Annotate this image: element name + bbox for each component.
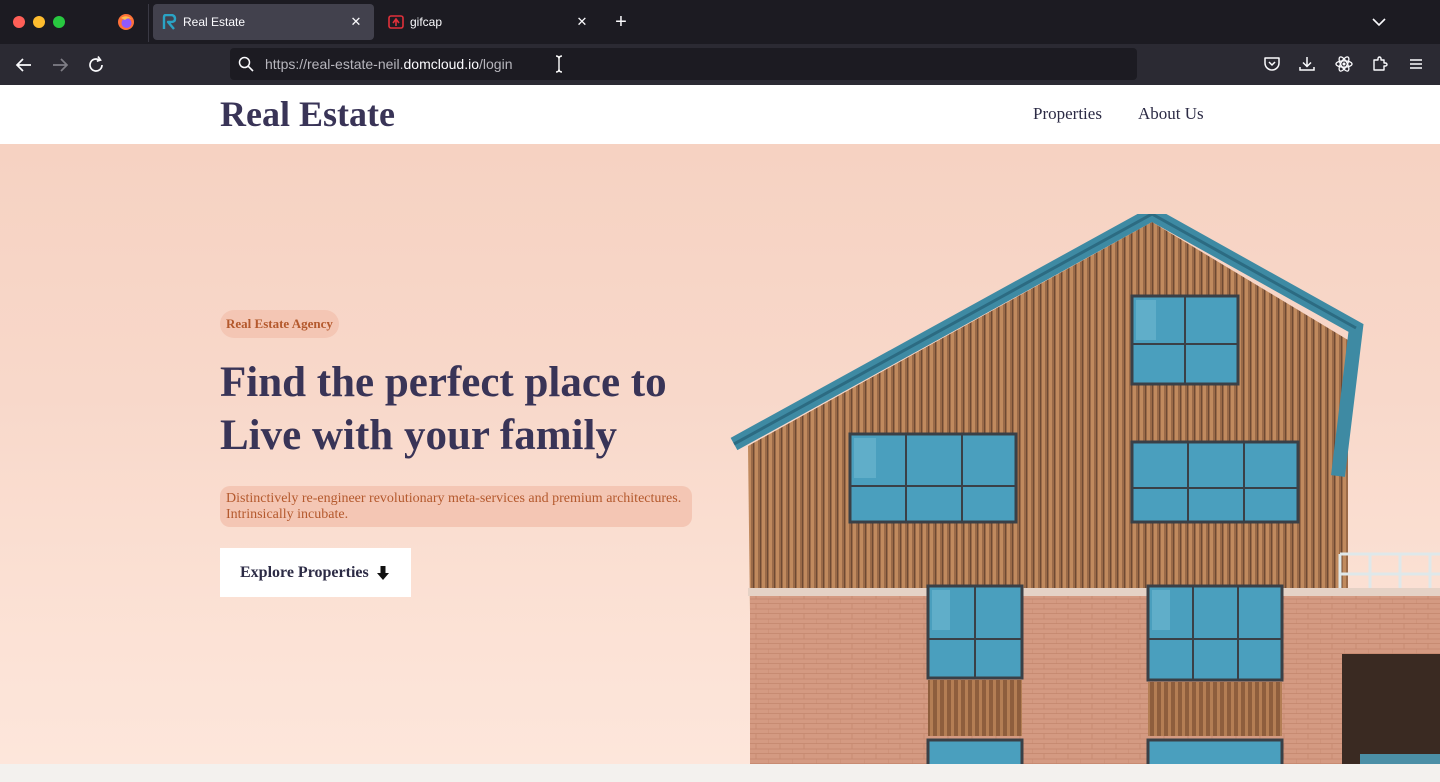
hero-section: Real Estate Agency Find the perfect plac… <box>0 144 1440 764</box>
next-section-edge <box>0 764 1440 782</box>
hero-lead-text: Distinctively re-engineer revolutionary … <box>220 486 692 527</box>
hero-headline: Find the perfect place to Live with your… <box>220 359 667 459</box>
gifcap-favicon-icon <box>388 15 404 29</box>
explore-properties-label: Explore Properties <box>240 563 369 581</box>
text-cursor-icon <box>555 55 563 73</box>
url-path: /login <box>479 56 513 72</box>
tab-list-chevron-down-icon[interactable] <box>1368 11 1390 33</box>
browser-tabbar: Real Estate ✕ gifcap ✕ + <box>0 0 1440 44</box>
agency-badge: Real Estate Agency <box>220 310 339 338</box>
nav-link-about-us[interactable]: About Us <box>1138 104 1204 124</box>
tab-title: gifcap <box>410 15 443 29</box>
firefox-icon[interactable] <box>117 13 135 31</box>
url-text[interactable]: https://real-estate-neil.domcloud.io/log… <box>265 56 512 72</box>
close-tab-icon[interactable]: ✕ <box>572 12 592 32</box>
brand-logo-link[interactable]: Real Estate <box>220 93 395 135</box>
extensions-puzzle-icon[interactable] <box>1370 54 1390 74</box>
nav-link-properties[interactable]: Properties <box>1033 104 1102 124</box>
reload-icon[interactable] <box>84 53 108 77</box>
explore-properties-button[interactable]: Explore Properties <box>220 548 411 597</box>
url-domain: domcloud.io <box>403 56 480 72</box>
url-prefix: https://real-estate-neil. <box>265 56 404 72</box>
page-viewport: Real Estate Properties About Us Real Est… <box>0 85 1440 782</box>
tab-gifcap[interactable]: gifcap ✕ <box>380 4 600 40</box>
tab-real-estate[interactable]: Real Estate ✕ <box>153 4 374 40</box>
site-header: Real Estate Properties About Us <box>0 85 1440 144</box>
forward-arrow-icon[interactable] <box>48 53 72 77</box>
minimize-window-button[interactable] <box>33 16 45 28</box>
menu-hamburger-icon[interactable] <box>1406 54 1426 74</box>
maximize-window-button[interactable] <box>53 16 65 28</box>
address-bar[interactable]: https://real-estate-neil.domcloud.io/log… <box>230 48 1137 80</box>
new-tab-plus-icon[interactable]: + <box>610 11 632 33</box>
arrow-down-icon <box>377 566 389 580</box>
close-tab-icon[interactable]: ✕ <box>346 12 366 32</box>
hero-house-image <box>730 214 1440 764</box>
search-icon <box>238 56 254 72</box>
close-window-button[interactable] <box>13 16 25 28</box>
real-estate-favicon-icon <box>162 14 177 30</box>
react-devtools-icon[interactable] <box>1334 54 1354 74</box>
tab-separator <box>148 4 149 42</box>
tab-title: Real Estate <box>183 15 246 29</box>
browser-toolbar: https://real-estate-neil.domcloud.io/log… <box>0 44 1440 85</box>
downloads-icon[interactable] <box>1297 54 1317 74</box>
pocket-icon[interactable] <box>1262 54 1282 74</box>
back-arrow-icon[interactable] <box>12 53 36 77</box>
